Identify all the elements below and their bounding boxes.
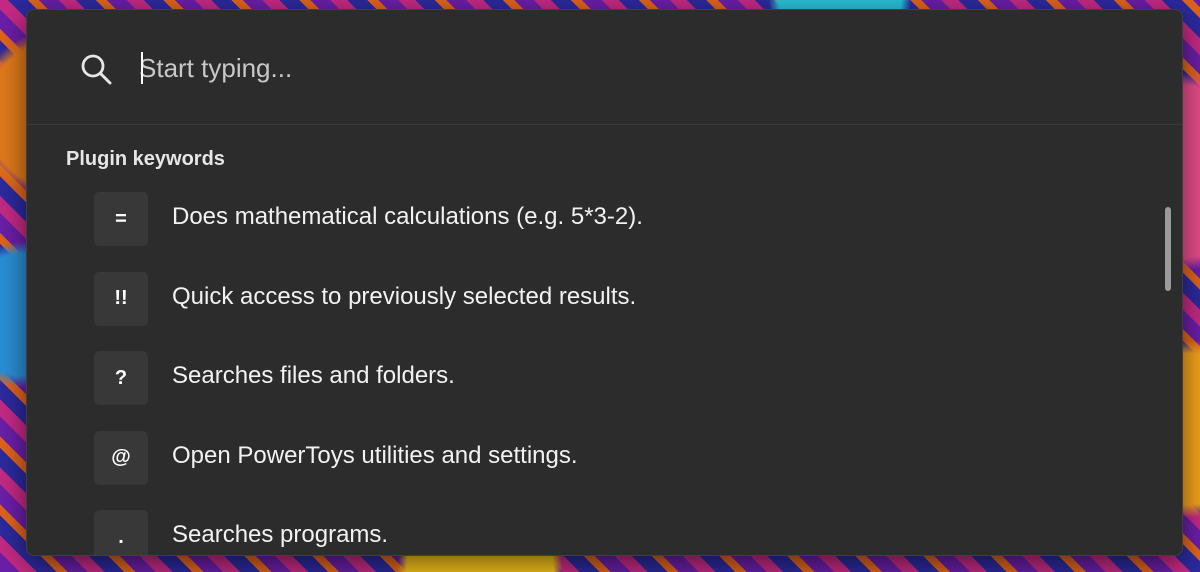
keyword-badge: = [94, 192, 148, 246]
plugin-description: Searches files and folders. [172, 362, 455, 389]
plugin-description: Searches programs. [172, 521, 389, 548]
search-bar [27, 10, 1182, 125]
scrollbar-thumb[interactable] [1165, 207, 1171, 291]
keyword-badge: . [94, 510, 148, 555]
list-item[interactable]: = Does mathematical calculations (e.g. 5… [27, 190, 1157, 270]
list-item[interactable]: ? Searches files and folders. [27, 349, 1157, 429]
search-icon [81, 54, 112, 85]
keyword-badge: @ [94, 430, 148, 485]
plugin-description: Does mathematical calculations (e.g. 5*3… [172, 203, 643, 230]
list-item[interactable]: !! Quick access to previously selected r… [27, 270, 1157, 350]
powertoys-run-window: Plugin keywords = Does mathematical calc… [26, 9, 1183, 556]
keyword-badge: ? [94, 351, 148, 405]
plugin-description: Quick access to previously selected resu… [172, 282, 637, 310]
plugin-keyword-list: = Does mathematical calculations (e.g. 5… [27, 190, 1157, 555]
list-item[interactable]: . Searches programs. [27, 508, 1157, 555]
list-item[interactable]: @ Open PowerToys utilities and settings. [27, 429, 1157, 509]
keyword-badge: !! [94, 271, 148, 326]
plugin-description: Open PowerToys utilities and settings. [172, 441, 578, 469]
section-title: Plugin keywords [66, 148, 225, 170]
text-caret [141, 52, 143, 84]
search-input[interactable] [139, 46, 1099, 90]
